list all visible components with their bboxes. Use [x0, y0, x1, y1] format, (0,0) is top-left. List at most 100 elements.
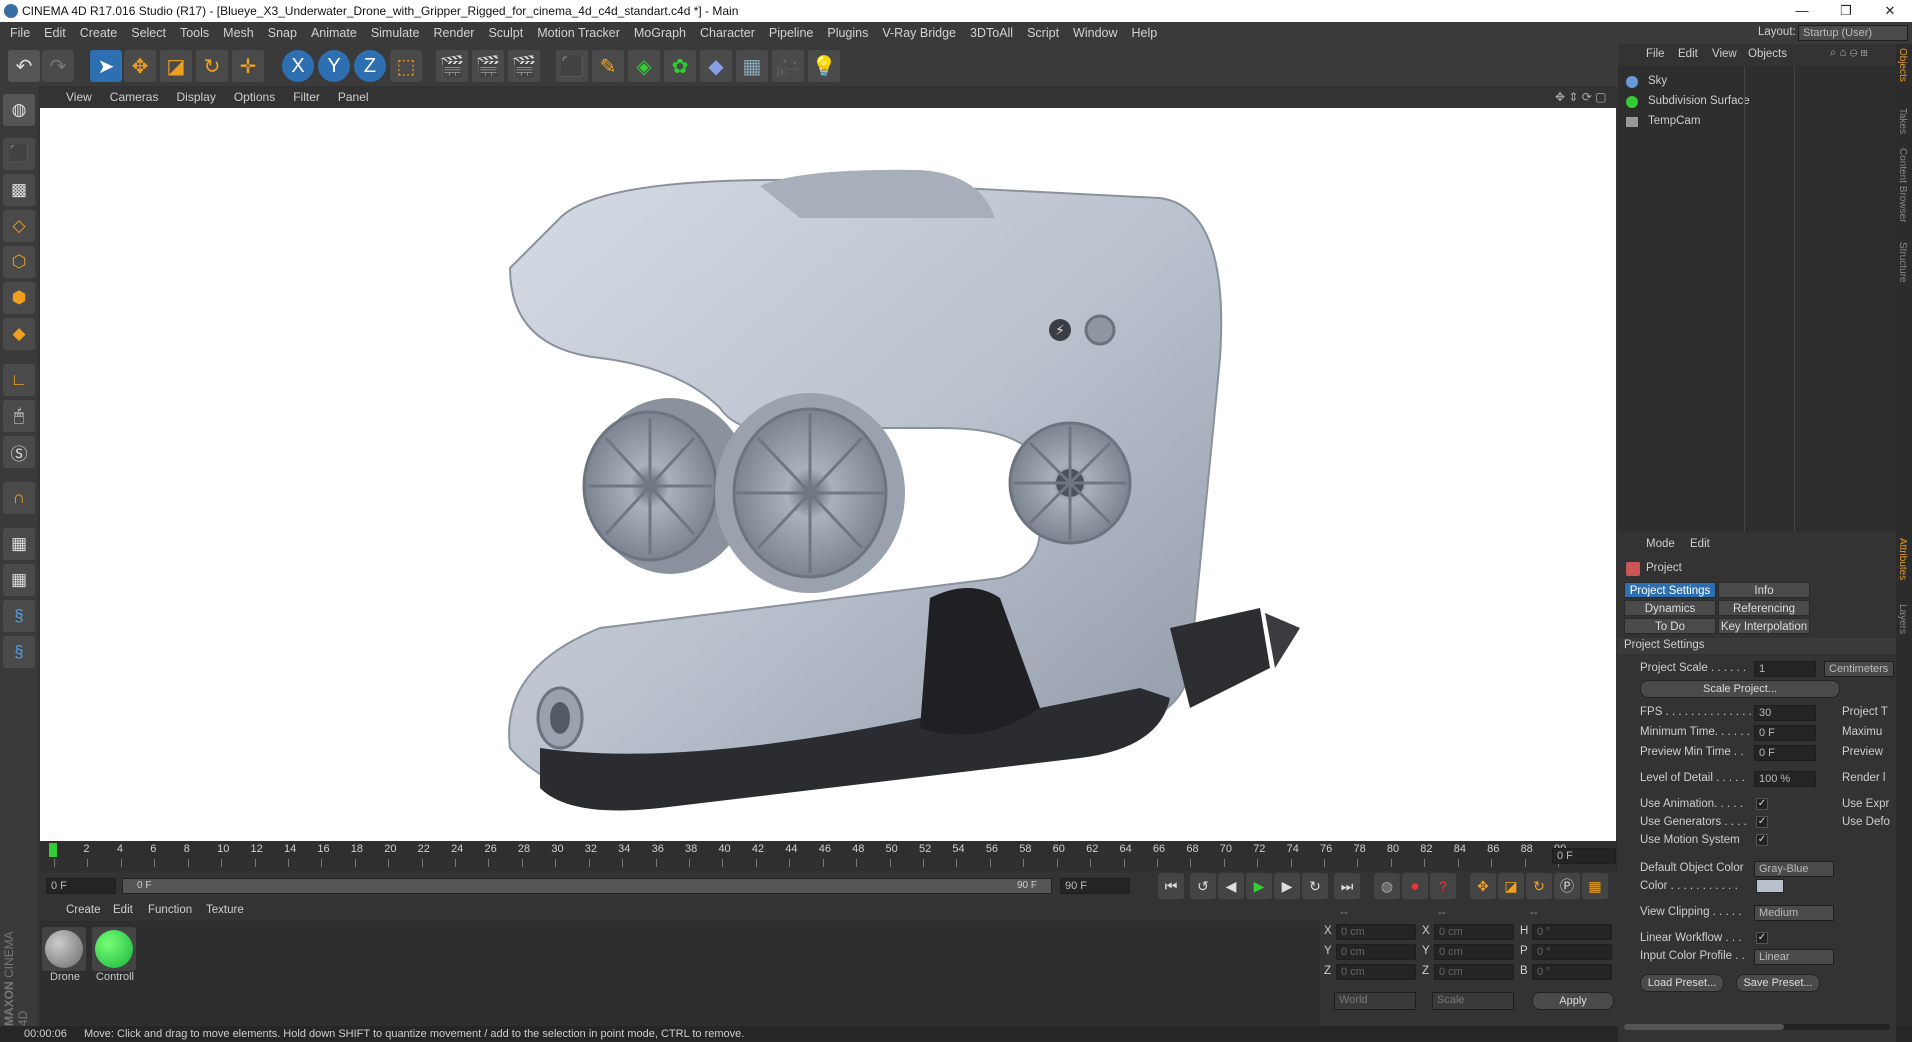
undo-icon[interactable]: ↶	[8, 50, 40, 82]
playhead-marker[interactable]	[49, 843, 57, 857]
menu-mesh[interactable]: Mesh	[216, 22, 261, 44]
scale-tool-icon[interactable]: ◪	[160, 50, 192, 82]
live-select-icon[interactable]: ✛	[232, 50, 264, 82]
menu-select[interactable]: Select	[124, 22, 173, 44]
menu-plugins[interactable]: Plugins	[820, 22, 875, 44]
start-frame-field[interactable]: 0 F	[46, 878, 116, 894]
move-tool-icon[interactable]: ✥	[124, 50, 156, 82]
material-menu-texture[interactable]: Texture	[206, 904, 244, 916]
attr-menu-mode[interactable]: Mode	[1646, 538, 1675, 550]
tweak-mode-icon[interactable]: 🖱	[3, 400, 35, 432]
viewport-menu-cameras[interactable]: Cameras	[101, 86, 168, 108]
redo-icon[interactable]: ↷	[42, 50, 74, 82]
rotation-p-field[interactable]: 0 °	[1532, 944, 1612, 960]
object-row-tempcam[interactable]: TempCam	[1626, 114, 1896, 130]
menu-tools[interactable]: Tools	[173, 22, 216, 44]
menu-file[interactable]: File	[0, 22, 37, 44]
side-tab-attributes[interactable]: Attributes	[1897, 538, 1908, 580]
tab-key-interpolation[interactable]: Key Interpolation	[1718, 618, 1810, 634]
menu-help[interactable]: Help	[1125, 22, 1165, 44]
material-menu-function[interactable]: Function	[148, 904, 192, 916]
previous-key-icon[interactable]: ↺	[1190, 873, 1216, 899]
pen-spline-icon[interactable]: ✎	[592, 50, 624, 82]
use-animation-checkbox[interactable]: ✓	[1756, 798, 1768, 810]
side-tab-content-browser[interactable]: Content Browser	[1897, 148, 1908, 222]
x-axis-icon[interactable]: X	[282, 50, 314, 82]
attr-menu-edit[interactable]: Edit	[1690, 538, 1710, 550]
color-swatch[interactable]	[1756, 879, 1784, 893]
menu-edit[interactable]: Edit	[37, 22, 73, 44]
key-scale-icon[interactable]: ◪	[1498, 873, 1524, 899]
obj-menu-view[interactable]: View	[1712, 48, 1737, 60]
rotation-h-field[interactable]: 0 °	[1532, 924, 1612, 940]
size-z-field[interactable]: 0 cm	[1434, 964, 1514, 980]
rotation-b-field[interactable]: 0 °	[1532, 964, 1612, 980]
material-controll[interactable]: Controll	[92, 927, 138, 985]
level-of-detail-field[interactable]: 100 %	[1754, 771, 1816, 787]
use-motion-system-checkbox[interactable]: ✓	[1756, 834, 1768, 846]
menu-render[interactable]: Render	[426, 22, 481, 44]
close-button[interactable]: ✕	[1868, 0, 1912, 22]
timeline-ruler[interactable]: 0246810121416182022242628303234363840424…	[40, 841, 1618, 871]
preview-min-time-field[interactable]: 0 F	[1754, 745, 1816, 761]
go-to-start-icon[interactable]: ⏮	[1158, 873, 1184, 899]
key-rotation-icon[interactable]: ↻	[1526, 873, 1552, 899]
model-mode-icon[interactable]: ⬛	[3, 138, 35, 170]
menu-window[interactable]: Window	[1066, 22, 1124, 44]
render-view-icon[interactable]: 🎬	[436, 50, 468, 82]
subdivision-icon[interactable]: ◈	[628, 50, 660, 82]
deformer-icon[interactable]: ◆	[700, 50, 732, 82]
obj-menu-edit[interactable]: Edit	[1678, 48, 1698, 60]
project-scale-unit-dropdown[interactable]: Centimeters	[1824, 661, 1894, 677]
menu-vray-bridge[interactable]: V-Ray Bridge	[875, 22, 963, 44]
select-tool-icon[interactable]: ➤	[90, 50, 122, 82]
light-icon[interactable]: 💡	[808, 50, 840, 82]
python-script-icon[interactable]: §	[3, 600, 35, 632]
menu-simulate[interactable]: Simulate	[364, 22, 427, 44]
key-position-icon[interactable]: ✥	[1470, 873, 1496, 899]
menu-snap[interactable]: Snap	[261, 22, 304, 44]
apply-button[interactable]: Apply	[1532, 992, 1614, 1010]
menu-sculpt[interactable]: Sculpt	[481, 22, 530, 44]
camera-icon[interactable]: 🎥	[772, 50, 804, 82]
current-frame-field[interactable]: 0 F	[1552, 848, 1616, 864]
keyframe-selection-icon[interactable]: ?	[1430, 873, 1456, 899]
polygons-mode-icon[interactable]: ◆	[3, 318, 35, 350]
axis-mode-icon[interactable]: ∟	[3, 364, 35, 396]
scale-project-button[interactable]: Scale Project...	[1640, 680, 1840, 698]
record-keys-icon[interactable]: ◍	[1374, 873, 1400, 899]
minimize-button[interactable]: —	[1780, 0, 1824, 22]
coordinate-system-icon[interactable]: ⬚	[390, 50, 422, 82]
workplane-icon[interactable]: ◇	[3, 210, 35, 242]
tab-info[interactable]: Info	[1718, 582, 1810, 598]
viewport-menu-display[interactable]: Display	[167, 86, 224, 108]
go-to-end-icon[interactable]: ⏭	[1334, 873, 1360, 899]
minimum-time-field[interactable]: 0 F	[1754, 725, 1816, 741]
material-menu-edit[interactable]: Edit	[113, 904, 133, 916]
position-z-field[interactable]: 0 cm	[1336, 964, 1416, 980]
menu-create[interactable]: Create	[73, 22, 125, 44]
obj-menu-objects[interactable]: Objects	[1748, 48, 1787, 60]
fps-field[interactable]: 30	[1754, 705, 1816, 721]
menu-animate[interactable]: Animate	[304, 22, 364, 44]
attr-horizontal-scrollbar[interactable]	[1624, 1024, 1890, 1030]
use-generators-checkbox[interactable]: ✓	[1756, 816, 1768, 828]
rotate-tool-icon[interactable]: ↻	[196, 50, 228, 82]
menu-pipeline[interactable]: Pipeline	[762, 22, 820, 44]
view-clipping-dropdown[interactable]: Medium	[1754, 905, 1834, 921]
menu-character[interactable]: Character	[693, 22, 762, 44]
side-tab-layers[interactable]: Layers	[1897, 604, 1908, 634]
menu-motion-tracker[interactable]: Motion Tracker	[530, 22, 627, 44]
play-icon[interactable]: ▶	[1246, 873, 1272, 899]
side-tab-takes[interactable]: Takes	[1897, 108, 1908, 134]
tab-dynamics[interactable]: Dynamics	[1624, 600, 1716, 616]
material-menu-create[interactable]: Create	[66, 904, 101, 916]
render-picture-viewer-icon[interactable]: 🎬	[472, 50, 504, 82]
end-frame-field[interactable]: 90 F	[1060, 878, 1130, 894]
viewport-menu-options[interactable]: Options	[225, 86, 284, 108]
edges-mode-icon[interactable]: ⬢	[3, 282, 35, 314]
side-tab-structure[interactable]: Structure	[1897, 242, 1908, 283]
viewport-nav-icons[interactable]: ✥ ⇕ ⟳ ▢	[1546, 86, 1616, 108]
points-mode-icon[interactable]: ⬡	[3, 246, 35, 278]
range-slider[interactable]: 0 F 90 F	[122, 878, 1052, 894]
